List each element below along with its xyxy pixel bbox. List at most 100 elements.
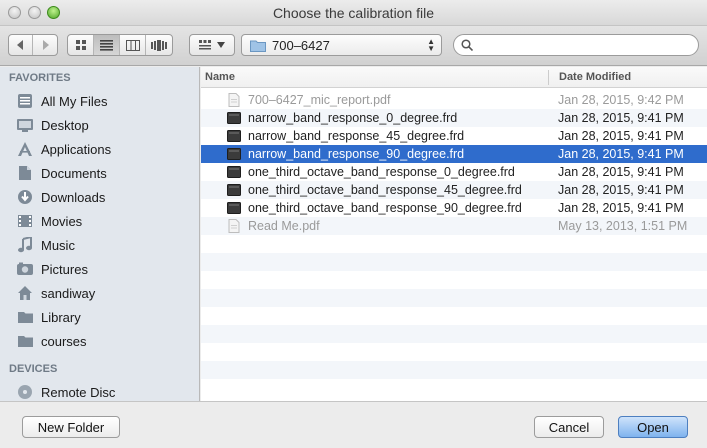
- arrange-control[interactable]: [189, 34, 235, 56]
- file-name: narrow_band_response_45_degree.frd: [248, 129, 465, 143]
- location-label: 700–6427: [272, 37, 330, 53]
- arrange-button[interactable]: [190, 35, 234, 55]
- column-divider[interactable]: [548, 70, 549, 85]
- cover-flow-icon: [151, 39, 167, 51]
- music-icon: [15, 236, 35, 254]
- sidebar-item-music[interactable]: Music: [0, 233, 199, 257]
- empty-row: [201, 289, 707, 307]
- chevron-left-icon: [16, 40, 23, 50]
- sidebar-item-label: Documents: [41, 165, 107, 181]
- empty-row: [201, 307, 707, 325]
- sidebar-item-label: courses: [41, 333, 87, 349]
- applications-icon: [15, 140, 35, 158]
- file-date-modified: Jan 28, 2015, 9:41 PM: [558, 201, 684, 215]
- file-row[interactable]: narrow_band_response_45_degree.frd Jan 28…: [201, 127, 707, 145]
- sidebar-item-documents[interactable]: Documents: [0, 161, 199, 185]
- empty-row: [201, 271, 707, 289]
- file-date-modified: Jan 28, 2015, 9:41 PM: [558, 111, 684, 125]
- file-name: one_third_octave_band_response_0_degree.…: [248, 165, 515, 179]
- sidebar-item-label: Applications: [41, 141, 112, 157]
- icon-view-button[interactable]: [68, 35, 94, 55]
- icon-view-icon: [75, 40, 86, 50]
- sidebar-item-label: Pictures: [41, 261, 88, 277]
- sidebar-item-label: All My Files: [41, 93, 108, 109]
- column-header: Name Date Modified: [201, 67, 707, 88]
- sidebar-item-courses[interactable]: courses: [0, 329, 199, 353]
- empty-row: [201, 253, 707, 271]
- devices-header: DEVICES: [9, 363, 58, 375]
- frd-file-icon: [227, 147, 241, 161]
- window-title: Choose the calibration file: [272, 5, 435, 21]
- file-row[interactable]: narrow_band_response_90_degree.frd Jan 28…: [201, 145, 707, 163]
- file-name: one_third_octave_band_response_90_degree…: [248, 201, 522, 215]
- sidebar-item-downloads[interactable]: Downloads: [0, 185, 199, 209]
- new-folder-button[interactable]: New Folder: [22, 416, 120, 438]
- file-row[interactable]: one_third_octave_band_response_45_degree…: [201, 181, 707, 199]
- cancel-button[interactable]: Cancel: [534, 416, 604, 438]
- sidebar-item-desktop[interactable]: Desktop: [0, 113, 199, 137]
- name-column-header[interactable]: Name: [205, 71, 235, 83]
- column-view-button[interactable]: [120, 35, 146, 55]
- sidebar-item-library[interactable]: Library: [0, 305, 199, 329]
- frd-file-icon: [227, 183, 241, 197]
- location-popup[interactable]: 700–6427 ▲ ▼: [241, 34, 442, 56]
- file-list: Name Date Modified 700–6427_mic_report.p…: [201, 67, 707, 401]
- file-name: narrow_band_response_90_degree.frd: [248, 147, 465, 161]
- file-row: Read Me.pdf May 13, 2013, 1:51 PM: [201, 217, 707, 235]
- empty-row: [201, 379, 707, 397]
- empty-row: [201, 325, 707, 343]
- search-icon: [461, 39, 473, 51]
- file-name: narrow_band_response_0_degree.frd: [248, 111, 458, 125]
- sidebar-item-label: Music: [41, 237, 75, 253]
- favorites-header: FAVORITES: [9, 72, 71, 84]
- file-name: one_third_octave_band_response_45_degree…: [248, 183, 522, 197]
- empty-row: [201, 361, 707, 379]
- search-input[interactable]: [478, 37, 688, 53]
- sidebar-item-all-my-files[interactable]: All My Files: [0, 89, 199, 113]
- file-name: Read Me.pdf: [248, 219, 320, 233]
- arrange-icon: [199, 40, 211, 50]
- sidebar-item-movies[interactable]: Movies: [0, 209, 199, 233]
- sidebar-item-pictures[interactable]: Pictures: [0, 257, 199, 281]
- pictures-icon: [15, 260, 35, 278]
- file-row[interactable]: narrow_band_response_0_degree.frd Jan 28,…: [201, 109, 707, 127]
- bottom-bar: New Folder Cancel Open: [0, 401, 707, 448]
- file-row[interactable]: one_third_octave_band_response_90_degree…: [201, 199, 707, 217]
- list-view-button[interactable]: [94, 35, 120, 55]
- folder-icon: [250, 40, 266, 52]
- column-view-icon: [125, 39, 140, 51]
- sidebar-item-label: Downloads: [41, 189, 106, 205]
- list-view-icon: [100, 39, 113, 51]
- file-row[interactable]: one_third_octave_band_response_0_degree.…: [201, 163, 707, 181]
- disc-icon: [15, 383, 35, 401]
- file-name: 700–6427_mic_report.pdf: [248, 93, 391, 107]
- file-date-modified: Jan 28, 2015, 9:41 PM: [558, 147, 684, 161]
- sidebar: FAVORITES All My Files Desktop Application…: [0, 67, 200, 401]
- sidebar-item-label: Remote Disc: [41, 384, 116, 400]
- back-button[interactable]: [9, 35, 33, 55]
- desktop-icon: [15, 116, 35, 134]
- cover-flow-view-button[interactable]: [146, 35, 172, 55]
- empty-row: [201, 235, 707, 253]
- sidebar-item-sandiway[interactable]: sandiway: [0, 281, 199, 305]
- sidebar-item-label: Movies: [41, 213, 83, 229]
- sidebar-item-remote-disc[interactable]: Remote Disc: [0, 380, 199, 401]
- home-icon: [15, 284, 35, 302]
- chevron-right-icon: [43, 40, 49, 50]
- view-mode-control: [67, 34, 173, 56]
- movies-icon: [15, 212, 35, 230]
- documents-icon: [15, 164, 35, 182]
- sidebar-item-applications[interactable]: Applications: [0, 137, 199, 161]
- file-rows: 700–6427_mic_report.pdf Jan 28, 2015, 9:4…: [201, 91, 707, 397]
- file-date-modified: May 13, 2013, 1:51 PM: [558, 219, 688, 233]
- forward-button[interactable]: [33, 35, 57, 55]
- frd-file-icon: [227, 201, 241, 215]
- search-field[interactable]: [453, 34, 699, 56]
- file-date-modified: Jan 28, 2015, 9:41 PM: [558, 129, 684, 143]
- file-row: 700–6427_mic_report.pdf Jan 28, 2015, 9:4…: [201, 91, 707, 109]
- file-date-modified: Jan 28, 2015, 9:41 PM: [558, 183, 684, 197]
- open-button[interactable]: Open: [618, 416, 688, 438]
- date-modified-column-header[interactable]: Date Modified: [559, 71, 631, 83]
- downloads-icon: [15, 188, 35, 206]
- sidebar-item-label: sandiway: [41, 285, 96, 301]
